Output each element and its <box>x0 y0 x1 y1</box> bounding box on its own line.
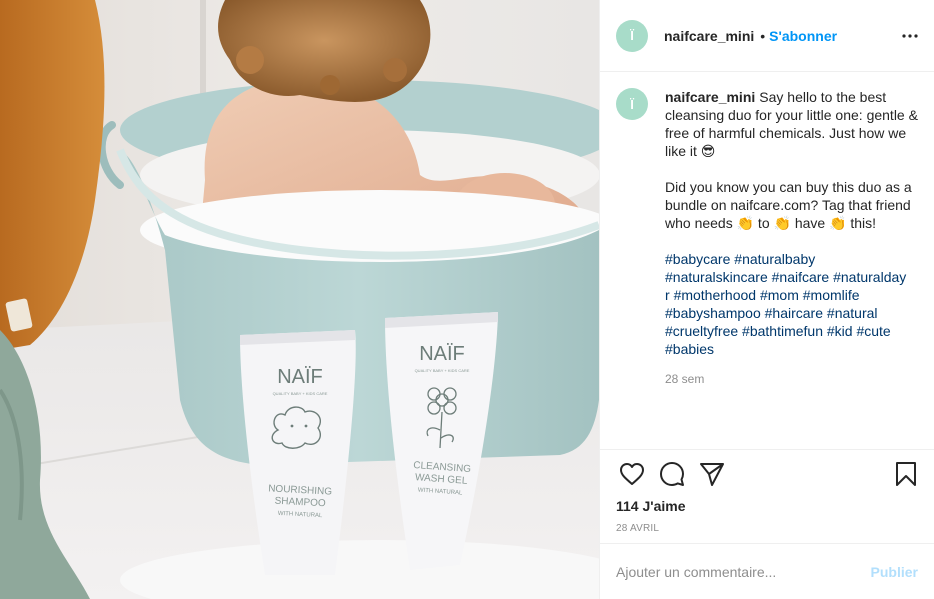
share-button[interactable] <box>692 454 732 494</box>
bookmark-icon <box>896 462 916 486</box>
bottle-left-tagline: QUALITY BABY + KIDS CARE <box>273 391 328 396</box>
avatar-logo: Ï <box>630 28 634 43</box>
more-options-button[interactable] <box>900 26 920 46</box>
post-date[interactable]: 28 AVRIL <box>616 523 918 534</box>
header-username[interactable]: naifcare_mini <box>664 28 754 44</box>
bottle-left-brand: NAÏF <box>277 366 323 388</box>
paper-plane-icon <box>700 463 724 486</box>
hashtag-link[interactable]: #naturalskincare <box>665 269 768 285</box>
caption: Ï naifcare_mini Say hello to the best cle… <box>616 88 918 388</box>
action-icons-row <box>612 450 918 498</box>
hashtag-link[interactable]: #momlife <box>803 287 860 303</box>
hashtag-link[interactable]: #haircare <box>765 305 823 321</box>
hashtag-link[interactable]: #babycare <box>665 251 730 267</box>
photo-illustration: NAÏF QUALITY BABY + KIDS CARE NOURISHING… <box>0 0 599 599</box>
hashtag-link[interactable]: #naturalday <box>833 269 906 285</box>
caption-avatar-logo: Ï <box>630 96 634 112</box>
caption-paragraph-2: Did you know you can buy this duo as a b… <box>665 179 912 231</box>
hashtag-link[interactable]: #kid <box>827 323 853 339</box>
post-actions: 114 J'aime 28 AVRIL <box>600 449 934 543</box>
publish-button[interactable]: Publier <box>871 564 918 580</box>
caption-timestamp[interactable]: 28 sem <box>665 370 918 388</box>
post-header: Ï naifcare_mini • S'abonner <box>600 0 934 72</box>
likes-count[interactable]: 114 J'aime <box>616 498 918 514</box>
caption-avatar[interactable]: Ï <box>616 88 648 120</box>
hashtag-link[interactable]: #mom <box>760 287 799 303</box>
hashtag-list: #babycare #naturalbaby #naturalskincare … <box>665 250 918 358</box>
hashtag-link[interactable]: r <box>665 287 670 303</box>
hashtag-link[interactable]: #bathtimefun <box>742 323 823 339</box>
more-horizontal-icon <box>902 34 918 38</box>
avatar[interactable]: Ï <box>616 19 648 52</box>
hashtag-link[interactable]: #naifcare <box>772 269 830 285</box>
caption-paragraph-1: naifcare_mini Say hello to the best clean… <box>665 88 918 160</box>
post-photo[interactable]: NAÏF QUALITY BABY + KIDS CARE NOURISHING… <box>0 0 599 599</box>
instagram-post: NAÏF QUALITY BABY + KIDS CARE NOURISHING… <box>0 0 934 599</box>
add-comment-bar: Publier <box>600 543 934 599</box>
hashtag-link[interactable]: #babyshampoo <box>665 305 761 321</box>
hashtag-link[interactable]: #cute <box>856 323 890 339</box>
hashtag-link[interactable]: #motherhood <box>674 287 757 303</box>
like-button[interactable] <box>612 454 652 494</box>
heart-icon <box>620 463 644 485</box>
post-sidebar: Ï naifcare_mini • S'abonner Ï naifcare_m… <box>599 0 934 599</box>
separator-dot: • <box>760 27 766 44</box>
caption-username[interactable]: naifcare_mini <box>665 89 755 105</box>
hashtag-link[interactable]: #babies <box>665 341 714 357</box>
bottle-right-tagline: QUALITY BABY + KIDS CARE <box>415 368 470 373</box>
caption-body: naifcare_mini Say hello to the best clean… <box>665 88 918 388</box>
follow-button[interactable]: S'abonner <box>769 28 837 44</box>
save-button[interactable] <box>886 454 926 494</box>
hashtag-link[interactable]: #natural <box>827 305 878 321</box>
comment-input[interactable] <box>616 563 856 580</box>
comments-area: Ï naifcare_mini Say hello to the best cle… <box>600 72 934 449</box>
comment-button[interactable] <box>652 454 692 494</box>
hashtag-link[interactable]: #naturalbaby <box>734 251 815 267</box>
comment-icon <box>660 462 684 486</box>
bottle-right-brand: NAÏF <box>419 343 465 365</box>
hashtag-link[interactable]: #crueltyfree <box>665 323 738 339</box>
